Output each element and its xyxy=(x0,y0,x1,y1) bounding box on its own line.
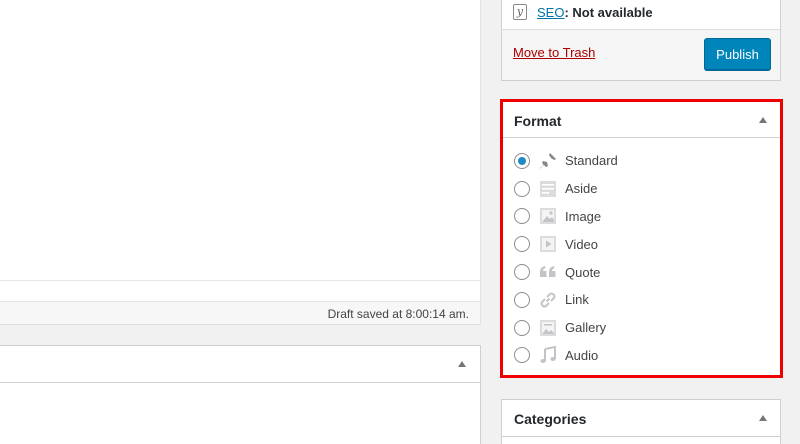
video-icon xyxy=(539,235,557,253)
format-option-video[interactable]: Video xyxy=(503,230,780,258)
seo-status-text: : Not available xyxy=(564,4,653,20)
categories-title: Categories xyxy=(514,411,587,427)
format-label: Quote xyxy=(565,264,601,280)
categories-metabox: Categories xyxy=(501,399,781,444)
radio-aside[interactable] xyxy=(514,180,530,197)
format-label: Link xyxy=(565,292,589,308)
collapse-arrow-icon[interactable] xyxy=(458,361,466,367)
format-option-link[interactable]: Link xyxy=(503,286,780,314)
radio-video[interactable] xyxy=(514,236,530,253)
image-icon xyxy=(539,207,557,225)
seo-link[interactable]: SEO xyxy=(537,5,564,20)
radio-image[interactable] xyxy=(514,208,530,225)
audio-icon xyxy=(539,346,557,364)
publish-button[interactable]: Publish xyxy=(704,38,771,70)
post-editor-panel: Draft saved at 8:00:14 am. xyxy=(0,0,481,325)
format-label: Image xyxy=(565,208,602,224)
format-option-audio[interactable]: Audio xyxy=(503,342,780,370)
categories-header[interactable]: Categories xyxy=(502,400,780,437)
radio-gallery[interactable] xyxy=(514,319,530,336)
format-label: Video xyxy=(565,236,599,252)
format-header[interactable]: Format xyxy=(503,102,780,138)
seo-status-row: y SEO : Not available xyxy=(513,3,653,21)
format-option-aside[interactable]: Aside xyxy=(503,175,780,203)
format-option-quote[interactable]: Quote xyxy=(503,258,780,286)
format-option-image[interactable]: Image xyxy=(503,203,780,231)
pin-icon xyxy=(539,152,557,170)
link-icon xyxy=(539,291,557,309)
gallery-icon xyxy=(539,319,557,337)
aside-icon xyxy=(539,180,557,198)
format-title: Format xyxy=(514,113,562,129)
draft-saved-status: Draft saved at 8:00:14 am. xyxy=(327,307,469,321)
move-to-trash-link[interactable]: Move to Trash xyxy=(513,45,595,60)
radio-audio[interactable] xyxy=(514,347,530,364)
format-label: Audio xyxy=(565,347,599,363)
publish-metabox: y SEO : Not available Move to Trash Publ… xyxy=(501,0,781,81)
yoast-seo-icon: y xyxy=(513,4,527,20)
radio-standard[interactable] xyxy=(514,152,530,169)
lower-metabox xyxy=(0,345,481,444)
quote-icon xyxy=(539,263,557,281)
format-option-gallery[interactable]: Gallery xyxy=(503,314,780,342)
format-metabox: Format Standard Aside Image Video Quote … xyxy=(500,99,783,378)
editor-status-bar: Draft saved at 8:00:14 am. xyxy=(0,301,480,324)
radio-link[interactable] xyxy=(514,291,530,308)
post-content-editor[interactable] xyxy=(0,0,480,281)
format-options: Standard Aside Image Video Quote Link Ga… xyxy=(503,147,780,369)
format-label: Gallery xyxy=(565,320,607,336)
collapse-arrow-icon[interactable] xyxy=(759,117,767,123)
format-label: Standard xyxy=(565,153,618,169)
radio-quote[interactable] xyxy=(514,264,530,281)
lower-metabox-header[interactable] xyxy=(0,346,480,383)
format-option-standard[interactable]: Standard xyxy=(503,147,780,175)
collapse-arrow-icon[interactable] xyxy=(759,415,767,421)
format-label: Aside xyxy=(565,181,598,197)
publish-actions: Move to Trash Publish xyxy=(502,29,780,80)
